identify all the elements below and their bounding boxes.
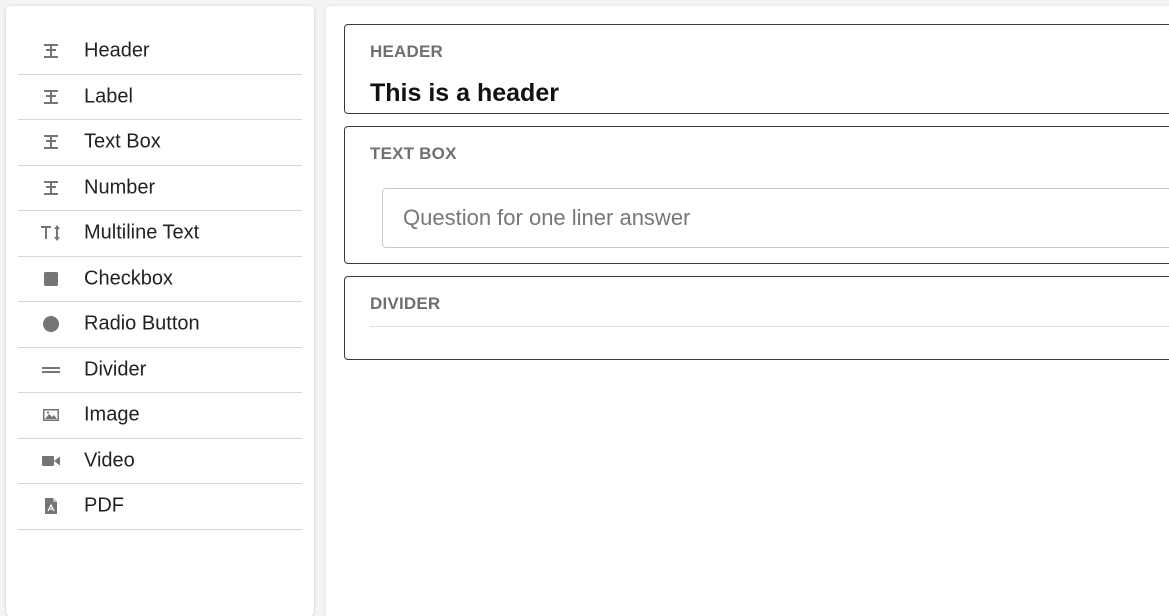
pdf-file-icon — [40, 495, 62, 517]
element-type-label: HEADER — [370, 42, 443, 61]
palette-item-label-text: Radio Button — [84, 312, 200, 335]
palette-list: Header Label Text Box Number Multiline T… — [18, 29, 302, 530]
palette-item-divider[interactable]: Divider — [18, 348, 302, 393]
element-palette: Header Label Text Box Number Multiline T… — [6, 6, 314, 616]
palette-item-label[interactable]: Label — [18, 75, 302, 120]
divider-line — [370, 326, 1169, 327]
header-text: This is a header — [370, 79, 559, 107]
palette-item-label: Header — [84, 39, 150, 62]
videocam-icon — [40, 450, 62, 472]
palette-item-label-text: Divider — [84, 358, 147, 381]
palette-item-checkbox[interactable]: Checkbox — [18, 257, 302, 302]
palette-item-label-text: Text Box — [84, 130, 161, 153]
text-fields-icon — [40, 177, 62, 199]
divider-element-card[interactable]: DIVIDER — [344, 276, 1169, 360]
palette-item-video[interactable]: Video — [18, 439, 302, 484]
palette-item-label-text: Number — [84, 176, 156, 199]
header-element-card[interactable]: HEADER This is a header — [344, 24, 1169, 114]
text-fields-icon — [40, 131, 62, 153]
square-icon — [40, 268, 62, 290]
palette-item-radio-button[interactable]: Radio Button — [18, 302, 302, 348]
text-fields-icon — [40, 86, 62, 108]
text-fields-icon — [40, 40, 62, 62]
palette-item-text-box[interactable]: Text Box — [18, 120, 302, 166]
element-type-label: DIVIDER — [370, 294, 441, 313]
palette-item-pdf[interactable]: PDF — [18, 484, 302, 530]
palette-item-label-text: Checkbox — [84, 267, 173, 290]
circle-icon — [40, 313, 62, 335]
palette-item-label-text: Video — [84, 449, 135, 472]
palette-item-label-text: Multiline Text — [84, 221, 200, 244]
horizontal-rule-icon — [40, 359, 62, 381]
palette-item-label-text: Image — [84, 403, 140, 426]
palette-item-header[interactable]: Header — [18, 29, 302, 75]
palette-item-number[interactable]: Number — [18, 166, 302, 211]
palette-item-label-text: Label — [84, 85, 133, 108]
palette-item-multiline-text[interactable]: Multiline Text — [18, 211, 302, 257]
element-type-label: TEXT BOX — [370, 144, 457, 163]
question-input[interactable] — [382, 188, 1169, 248]
palette-item-label-text: PDF — [84, 494, 124, 517]
textbox-element-card[interactable]: TEXT BOX — [344, 126, 1169, 264]
image-icon — [40, 404, 62, 426]
text-height-icon — [40, 222, 62, 244]
palette-item-image[interactable]: Image — [18, 393, 302, 439]
